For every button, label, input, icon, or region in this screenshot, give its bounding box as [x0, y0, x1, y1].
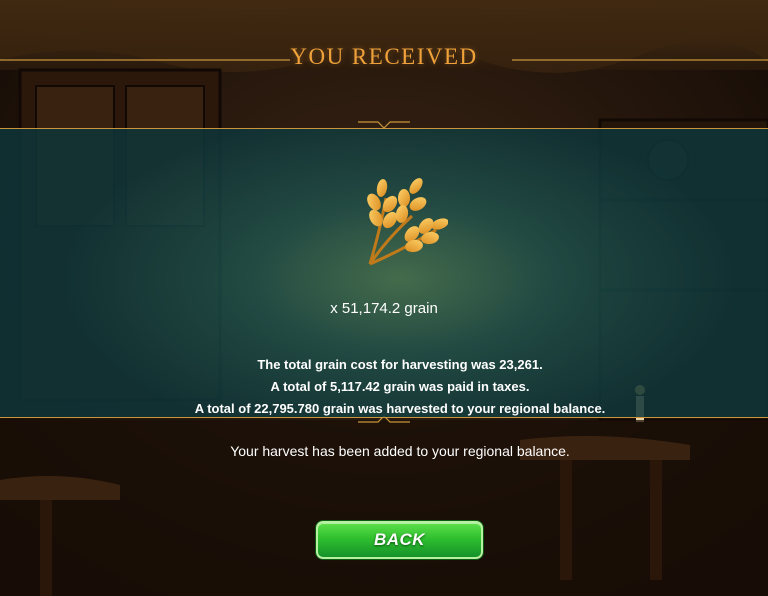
wheat-icon: [367, 178, 448, 266]
harvest-added-note: Your harvest has been added to your regi…: [230, 443, 570, 459]
dialog-title: YOU RECEIVED: [290, 44, 478, 69]
harvest-total-message: A total of 22,795.780 grain was harveste…: [194, 401, 606, 416]
harvest-cost-message: The total grain cost for harvesting was …: [257, 357, 543, 372]
tax-message: A total of 5,117.42 grain was paid in ta…: [270, 379, 530, 394]
back-button[interactable]: BACK: [316, 521, 483, 559]
reward-amount: x 51,174.2 grain: [330, 300, 438, 317]
